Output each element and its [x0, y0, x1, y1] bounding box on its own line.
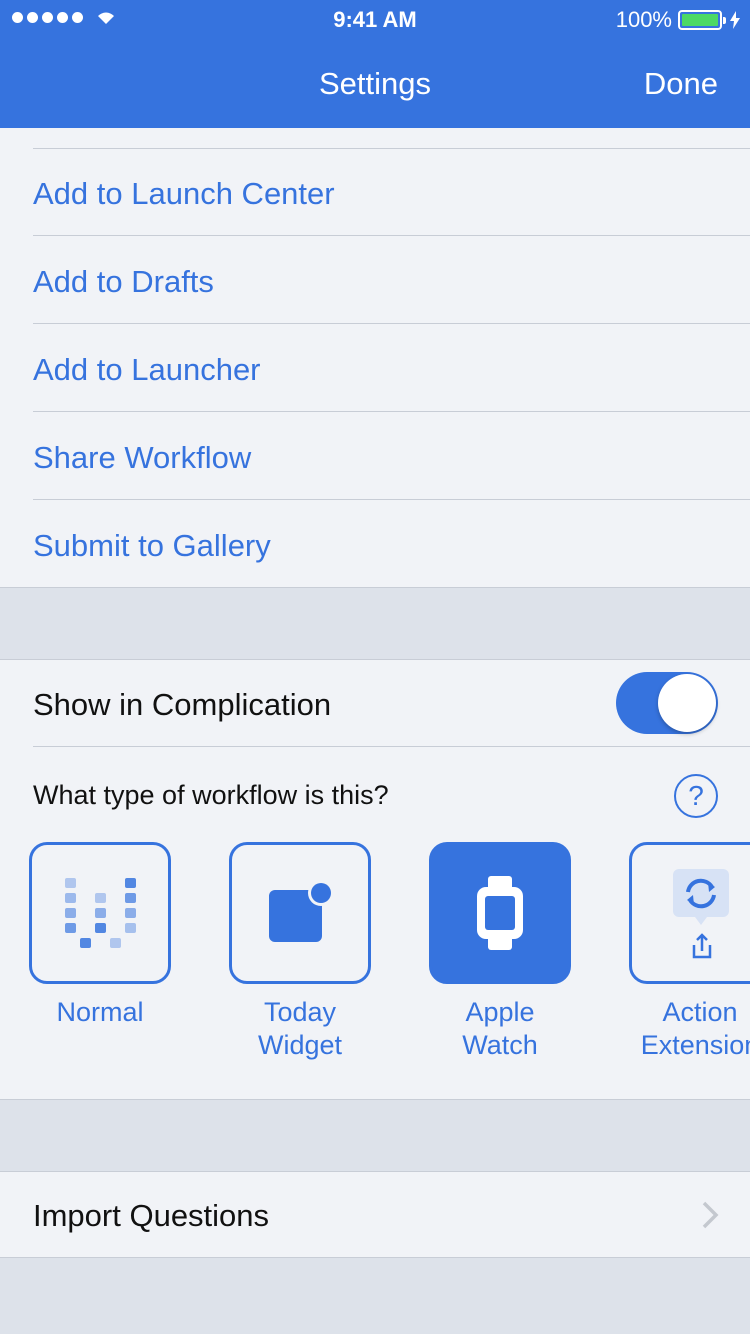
charging-bolt-icon — [730, 11, 740, 29]
chevron-right-icon — [702, 1201, 719, 1229]
row-label: Add to Launcher — [33, 352, 261, 387]
type-option-apple-watch[interactable]: Apple Watch — [429, 842, 571, 1062]
action-extension-icon — [673, 869, 729, 959]
help-button[interactable]: ? — [674, 774, 718, 818]
page-title: Settings — [318, 66, 431, 101]
battery-status: 100% — [616, 7, 740, 33]
add-to-launcher-row[interactable]: Add to Launcher — [33, 324, 750, 412]
status-bar: 9:41 AM 100% — [0, 0, 750, 40]
type-option-action-extension[interactable]: Action Extension — [629, 842, 750, 1062]
import-questions-row[interactable]: Import Questions — [0, 1171, 750, 1258]
type-label: Normal — [56, 997, 144, 1027]
type-tile-normal — [29, 842, 171, 984]
share-workflow-row[interactable]: Share Workflow — [33, 412, 750, 500]
workflow-type-section: Show in Complication What type of workfl… — [0, 659, 750, 1100]
battery-percent: 100% — [615, 7, 672, 32]
row-label: Add to Drafts — [33, 264, 214, 299]
type-label: Apple Watch — [462, 997, 538, 1060]
type-label: Action Extension — [640, 997, 750, 1060]
type-tile-today-widget — [229, 842, 371, 984]
add-to-drafts-row[interactable]: Add to Drafts — [33, 236, 750, 324]
battery-icon — [678, 10, 726, 30]
normal-grid-icon — [65, 878, 136, 948]
row-label: Share Workflow — [33, 440, 252, 475]
import-questions-label: Import Questions — [33, 1198, 270, 1233]
navigation-header: 9:41 AM 100% Settings Done — [0, 0, 750, 128]
add-to-launch-center-row[interactable]: Add to Launch Center — [33, 148, 750, 236]
today-widget-icon — [269, 880, 334, 942]
type-tile-apple-watch — [429, 842, 571, 984]
submit-to-gallery-row[interactable]: Submit to Gallery — [33, 500, 750, 588]
row-label: Add to Launch Center — [33, 176, 335, 211]
type-label: Today Widget — [257, 997, 343, 1060]
toggle-knob — [658, 674, 716, 732]
complication-toggle[interactable] — [616, 672, 718, 734]
complication-label: Show in Complication — [33, 687, 332, 722]
done-button[interactable]: Done — [644, 66, 718, 102]
type-option-normal[interactable]: Normal — [29, 842, 171, 1029]
row-label: Submit to Gallery — [33, 528, 271, 563]
workflow-type-question: What type of workflow is this? — [33, 780, 389, 810]
type-option-today-widget[interactable]: Today Widget — [229, 842, 371, 1062]
type-tile-action-extension — [629, 842, 750, 984]
actions-section: Add to Launch Center Add to Drafts Add t… — [0, 128, 750, 588]
apple-watch-icon — [477, 876, 523, 950]
